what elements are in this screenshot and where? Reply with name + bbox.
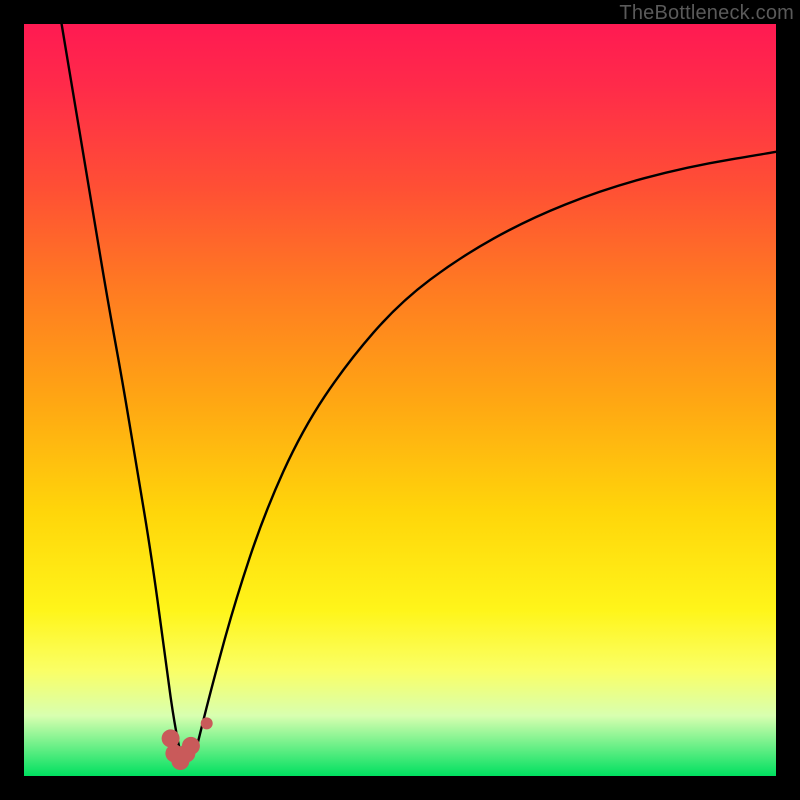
marker-point [201, 717, 213, 729]
curve-left-branch [62, 24, 182, 761]
marker-group [162, 717, 213, 770]
curve-right-branch [197, 152, 776, 746]
marker-point [182, 737, 200, 755]
attribution-label: TheBottleneck.com [619, 2, 794, 25]
marker-point [162, 729, 180, 747]
bottleneck-curve [24, 24, 776, 776]
